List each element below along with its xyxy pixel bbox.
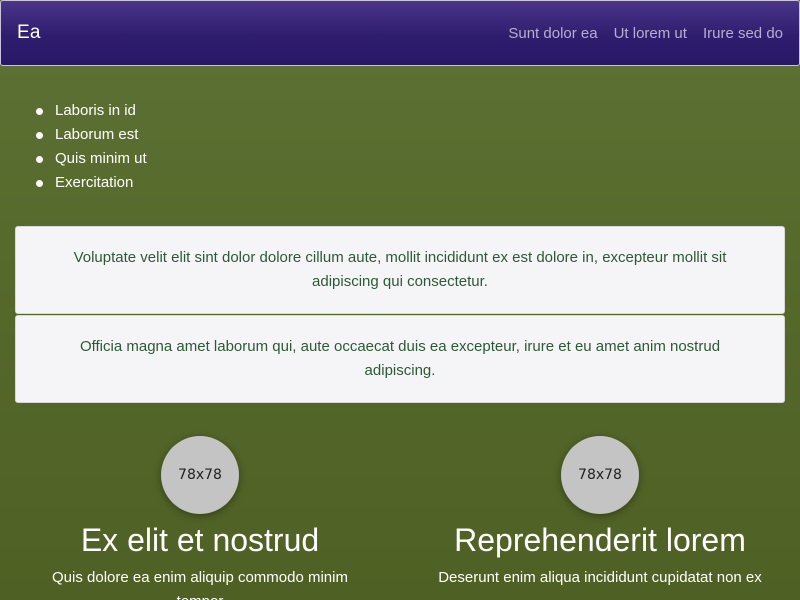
list-item: Laborum est (36, 123, 147, 147)
placeholder-image: 78x78 (161, 436, 239, 514)
info-card: Officia magna amet laborum qui, aute occ… (15, 315, 785, 403)
info-card: Voluptate velit elit sint dolor dolore c… (15, 226, 785, 314)
feature-column: 78x78 Reprehenderit lorem Deserunt enim … (400, 436, 800, 590)
feature-title: Reprehenderit lorem (454, 522, 746, 558)
card-text: Officia magna amet laborum qui, aute occ… (79, 338, 721, 379)
bullet-list: Laboris in id Laborum est Quis minim ut … (36, 99, 147, 195)
nav-link-irure-sed-do[interactable]: Irure sed do (703, 25, 783, 42)
nav-link-ut-lorem-ut[interactable]: Ut lorem ut (614, 25, 687, 42)
feature-text: Deserunt enim aliqua incididunt cupidata… (438, 569, 762, 586)
list-item: Exercitation (36, 171, 147, 195)
feature-column: 78x78 Ex elit et nostrud Quis dolore ea … (0, 436, 400, 600)
navbar: Ea Sunt dolor ea Ut lorem ut Irure sed d… (0, 0, 800, 66)
feature-text: Quis dolore ea enim aliquip commodo mini… (52, 569, 348, 600)
feature-title: Ex elit et nostrud (80, 522, 320, 558)
placeholder-image: 78x78 (561, 436, 639, 514)
nav-link-sunt-dolor-ea[interactable]: Sunt dolor ea (508, 25, 597, 42)
brand-logo[interactable]: Ea (17, 22, 41, 44)
list-item: Laboris in id (36, 99, 147, 123)
list-item: Quis minim ut (36, 147, 147, 171)
nav-links: Sunt dolor ea Ut lorem ut Irure sed do (508, 25, 783, 42)
card-text: Voluptate velit elit sint dolor dolore c… (73, 249, 727, 290)
